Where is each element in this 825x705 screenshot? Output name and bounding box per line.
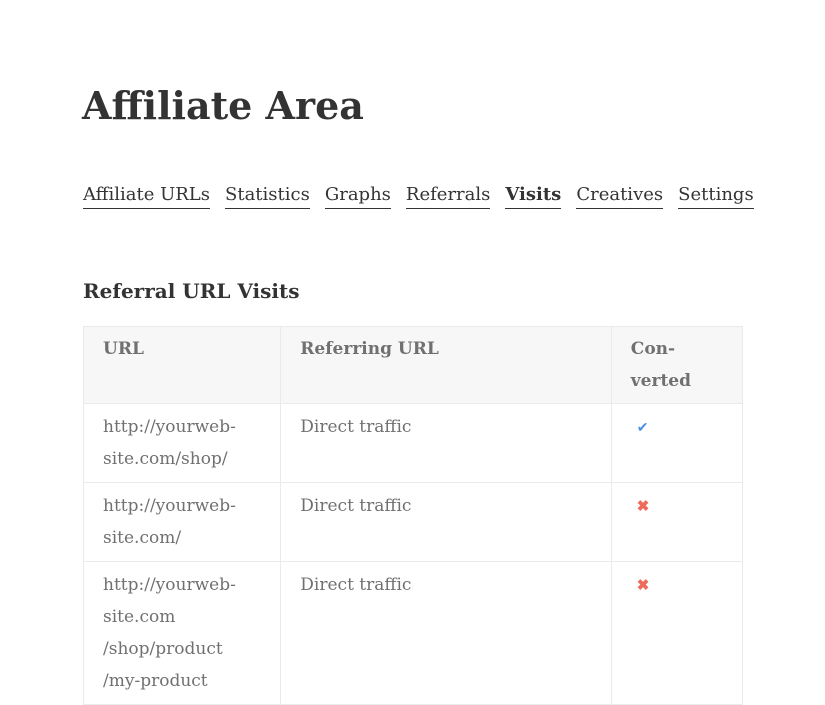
- cell-converted: ✖: [610, 482, 744, 562]
- table-row: http://yourweb- site.com/shop/ Direct tr…: [82, 403, 744, 483]
- url-text: http://yourweb-: [103, 575, 236, 595]
- table-header-row: URL Referring URL Con- verted: [82, 326, 744, 404]
- section-title: Referral URL Visits: [83, 279, 300, 303]
- tab-visits[interactable]: Visits: [505, 182, 562, 209]
- cell-converted: ✖: [610, 561, 744, 705]
- header-referring-url: Referring URL: [280, 326, 612, 404]
- cell-url: http://yourweb- site.com/shop/: [82, 403, 282, 483]
- table-row: http://yourweb- site.com /shop/product /…: [82, 561, 744, 705]
- tab-graphs[interactable]: Graphs: [324, 182, 391, 209]
- url-text: site.com/: [103, 528, 182, 548]
- header-converted-line2: verted: [630, 371, 692, 391]
- header-converted-line1: Con-: [630, 339, 676, 359]
- url-text: http://yourweb-: [103, 496, 236, 516]
- tab-statistics[interactable]: Statistics: [225, 182, 310, 209]
- url-text: /my-product: [103, 671, 208, 691]
- tab-settings[interactable]: Settings: [678, 182, 754, 209]
- cell-referring-url: Direct traffic: [280, 561, 612, 705]
- tab-creatives[interactable]: Creatives: [576, 182, 664, 209]
- visits-table: URL Referring URL Con- verted http://you…: [82, 326, 744, 705]
- cell-referring-url: Direct traffic: [280, 482, 612, 562]
- url-text: site.com/shop/: [103, 449, 228, 469]
- url-text: /shop/product: [103, 639, 223, 659]
- cell-url: http://yourweb- site.com /shop/product /…: [82, 561, 282, 705]
- cell-referring-url: Direct traffic: [280, 403, 612, 483]
- url-text: site.com: [103, 607, 176, 627]
- tab-referrals[interactable]: Referrals: [405, 182, 491, 209]
- affiliate-tabs: Affiliate URLs Statistics Graphs Referra…: [83, 182, 754, 209]
- url-text: http://yourweb-: [103, 417, 236, 437]
- cross-icon: ✖: [636, 497, 650, 515]
- header-converted: Con- verted: [610, 326, 744, 404]
- page-title: Affiliate Area: [82, 83, 364, 128]
- table-row: http://yourweb- site.com/ Direct traffic…: [82, 482, 744, 562]
- cell-url: http://yourweb- site.com/: [82, 482, 282, 562]
- cell-converted: ✔: [610, 403, 744, 483]
- tab-affiliate-urls[interactable]: Affiliate URLs: [83, 182, 210, 209]
- checkmark-icon: ✔: [636, 420, 649, 436]
- header-url: URL: [82, 326, 282, 404]
- cross-icon: ✖: [636, 576, 650, 594]
